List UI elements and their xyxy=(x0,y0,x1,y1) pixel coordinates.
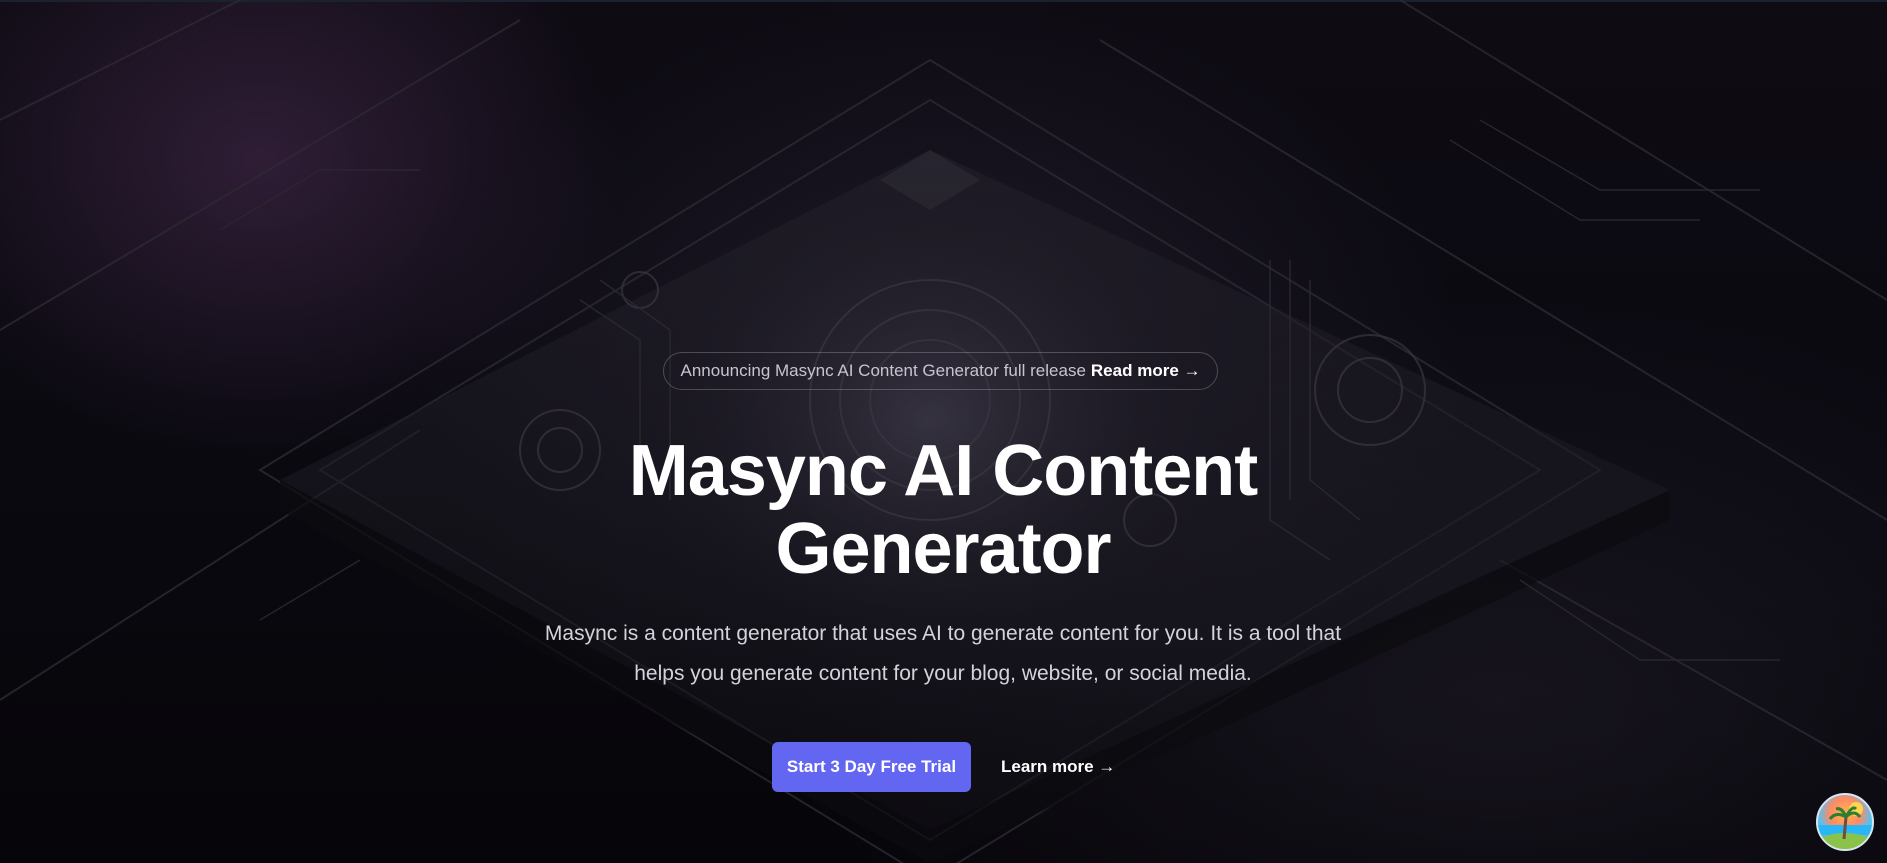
learn-more-link[interactable]: Learn more → xyxy=(1001,757,1115,777)
title-line-2: Generator xyxy=(775,509,1111,589)
start-trial-button[interactable]: Start 3 Day Free Trial xyxy=(772,742,971,792)
hero-section: Announcing Masync AI Content Generator f… xyxy=(0,0,1887,863)
beach-palm-icon[interactable] xyxy=(1816,793,1874,851)
title-line-1: Masync AI Content xyxy=(628,431,1258,511)
page-title: Masync AI Content Generator xyxy=(443,432,1443,588)
announcement-pill: Announcing Masync AI Content Generator f… xyxy=(663,352,1218,390)
beach-palm-icon-graphic xyxy=(1818,802,1872,849)
read-more-link[interactable]: Read more → xyxy=(1091,361,1201,381)
cta-group: Start 3 Day Free Trial Learn more → xyxy=(772,742,1115,792)
announcement-text: Announcing Masync AI Content Generator f… xyxy=(680,361,1086,380)
hero-subtitle: Masync is a content generator that uses … xyxy=(544,622,1342,685)
hero-content: Announcing Masync AI Content Generator f… xyxy=(0,0,1887,863)
